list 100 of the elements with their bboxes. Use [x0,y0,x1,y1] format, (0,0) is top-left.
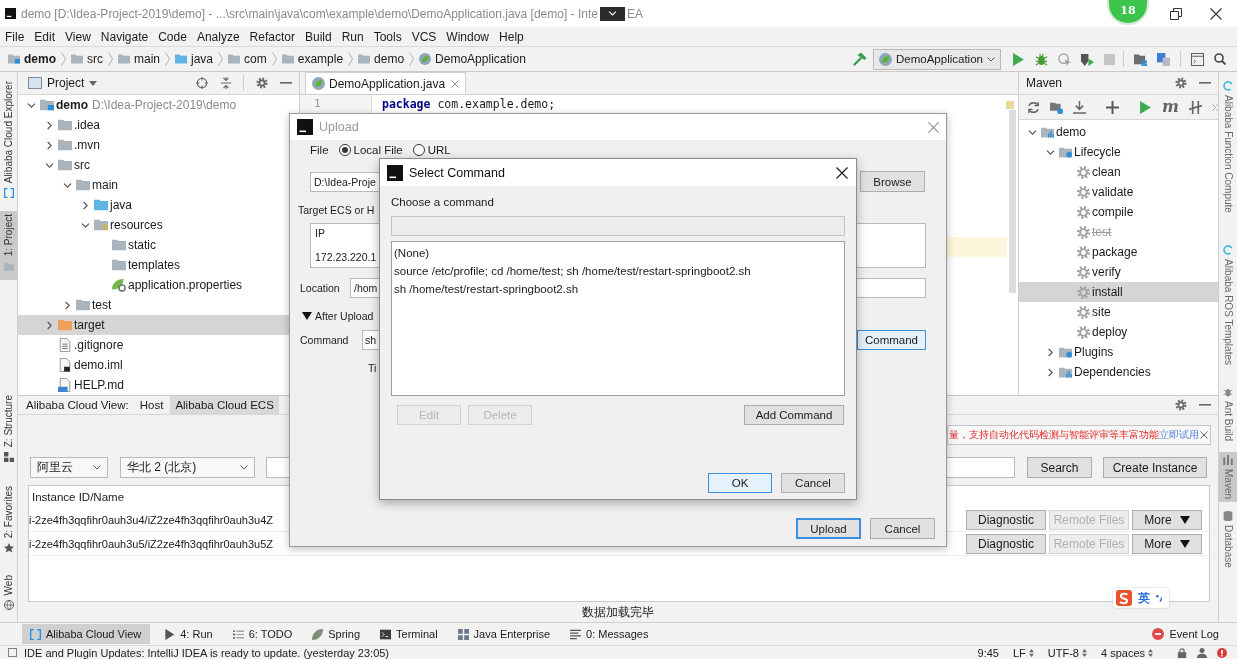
indent-selector[interactable]: 4 spaces [1100,646,1153,659]
caret-position[interactable]: 9:45 [977,646,999,659]
close-icon[interactable] [836,166,848,179]
chevron-down-icon[interactable] [1027,129,1037,135]
chevron-down-icon[interactable] [1045,149,1055,155]
run-configuration-dropdown[interactable]: DemoApplication [873,48,1001,70]
plus-icon[interactable] [1106,100,1119,114]
tree-item[interactable]: resources [94,216,163,234]
chevron-down-icon[interactable] [44,162,54,168]
breadcrumb-item[interactable]: java [175,52,214,66]
tree-item[interactable]: application.properties [112,276,243,294]
tree-item[interactable]: Plugins [1059,343,1114,361]
chevron-right-icon[interactable] [46,320,52,330]
close-icon[interactable] [1210,7,1222,20]
tree-item[interactable]: test [76,296,112,314]
try-now-link[interactable]: 立即试用 [1159,428,1199,442]
tree-item[interactable]: demo [1041,123,1087,141]
tree-item[interactable]: site [1077,303,1111,321]
menu-item[interactable]: Help [494,29,529,44]
person-icon[interactable] [1197,647,1207,658]
tree-item[interactable]: demo.iml [58,356,123,374]
tool-window-tab[interactable]: Web [0,572,17,614]
menu-item[interactable]: Build [299,29,337,44]
tool-window-tab[interactable]: Maven [1219,451,1237,502]
tree-item[interactable]: validate [1077,183,1134,201]
dialog-button[interactable]: Cancel [781,473,845,493]
restore-icon[interactable] [1170,7,1182,20]
browse-button[interactable]: Browse [860,171,925,192]
menu-item[interactable]: Run [336,29,369,44]
lock-icon[interactable] [1177,647,1187,658]
ime-logo-icon[interactable] [1116,590,1132,606]
slashed-lines-icon[interactable] [1188,100,1202,114]
create-instance-button[interactable]: Create Instance [1103,457,1207,478]
download-icon[interactable] [1073,100,1086,114]
command-field[interactable]: sh [362,330,379,350]
tree-item[interactable]: verify [1077,263,1121,281]
row-action-button[interactable]: Diagnostic [966,509,1046,530]
chevron-right-icon[interactable] [64,300,70,310]
view-selector[interactable]: Project [28,76,98,90]
tool-window-button[interactable]: 0: Messages [564,624,655,644]
overlapping-squares-icon[interactable] [1157,52,1170,66]
tool-window-button[interactable]: 4: Run [158,624,219,644]
refresh-icon[interactable] [1027,100,1040,114]
tree-item[interactable]: install [1077,283,1123,301]
breadcrumb-item[interactable]: demo [358,52,405,66]
chevron-right-icon[interactable] [82,200,88,210]
dropdown-toggle[interactable] [599,6,625,21]
filter-field[interactable] [391,216,845,236]
play-icon[interactable] [1012,52,1025,66]
dialog-button[interactable]: Add Command [744,405,844,425]
tree-item[interactable]: demo D:\Idea-Project-2019\demo [40,96,237,114]
tool-window-button[interactable]: Terminal [374,624,444,644]
tree-item[interactable]: .mvn [58,136,100,154]
bug-icon[interactable] [1035,52,1048,66]
menu-item[interactable]: VCS [406,29,442,44]
menu-item[interactable]: Tools [368,29,407,44]
chevron-down-icon[interactable] [80,222,90,228]
menu-item[interactable]: View [60,29,96,44]
tree-item[interactable]: main [76,176,118,194]
region-dropdown[interactable]: 华北 2 (北京) [120,457,255,478]
dialog-button[interactable]: Cancel [870,518,935,539]
tool-window-tab[interactable]: Ant Build [1219,383,1237,444]
search-field[interactable] [266,457,289,478]
breadcrumb-item[interactable]: demo [8,52,56,66]
radio-option[interactable]: Local File [338,144,403,156]
tree-item[interactable]: clean [1077,163,1121,181]
breadcrumb-item[interactable]: com [228,52,267,66]
editor-tab[interactable]: DemoApplication.java [305,72,467,94]
play-icon[interactable] [1139,100,1152,114]
tree-item[interactable]: java [94,196,132,214]
section-toggle[interactable]: After Upload [290,310,374,322]
location-field[interactable] [857,278,926,298]
breadcrumb-item[interactable]: example [281,52,344,66]
tree-item[interactable]: compile [1077,203,1134,221]
tool-window-tab[interactable]: Z: Structure [0,391,17,465]
tool-window-tab[interactable]: Database [1219,507,1237,571]
list-item[interactable]: sh /home/test/restart-springboot2.sh [392,280,581,298]
encoding-selector[interactable]: UTF-8 [1047,646,1087,659]
input-mode-text[interactable]: 英 [1138,589,1150,607]
tool-window-button[interactable]: Java Enterprise [451,624,557,644]
tree-item[interactable]: target [58,316,105,334]
tool-window-tab[interactable]: Alibaba Function Compute [1219,78,1237,216]
account-dropdown[interactable]: 阿里云 [30,457,108,478]
chevron-right-icon[interactable] [1047,347,1053,357]
tree-item[interactable]: templates [112,256,181,274]
chevron-right-icon[interactable] [46,140,52,150]
menu-item[interactable]: Navigate [95,29,154,44]
tree-item[interactable]: deploy [1077,323,1128,341]
line-separator-selector[interactable]: LF [1012,646,1034,659]
dialog-button[interactable]: OK [708,473,772,493]
settings-icon[interactable] [256,77,268,89]
row-action-button[interactable]: Diagnostic [966,533,1046,554]
chevron-down-icon[interactable] [62,182,72,188]
list-item[interactable]: source /etc/profile; cd /home/test; sh /home/test/restart-springboot2.sh [392,262,753,280]
menu-item[interactable]: Refactor [244,29,300,44]
tree-item[interactable]: .idea [58,116,101,134]
scrollbar-thumb[interactable] [1009,110,1016,293]
tool-window-tab[interactable]: 2: Favorites [0,482,17,557]
square-icon[interactable] [8,648,17,657]
folder-grid-icon[interactable] [1134,52,1147,66]
